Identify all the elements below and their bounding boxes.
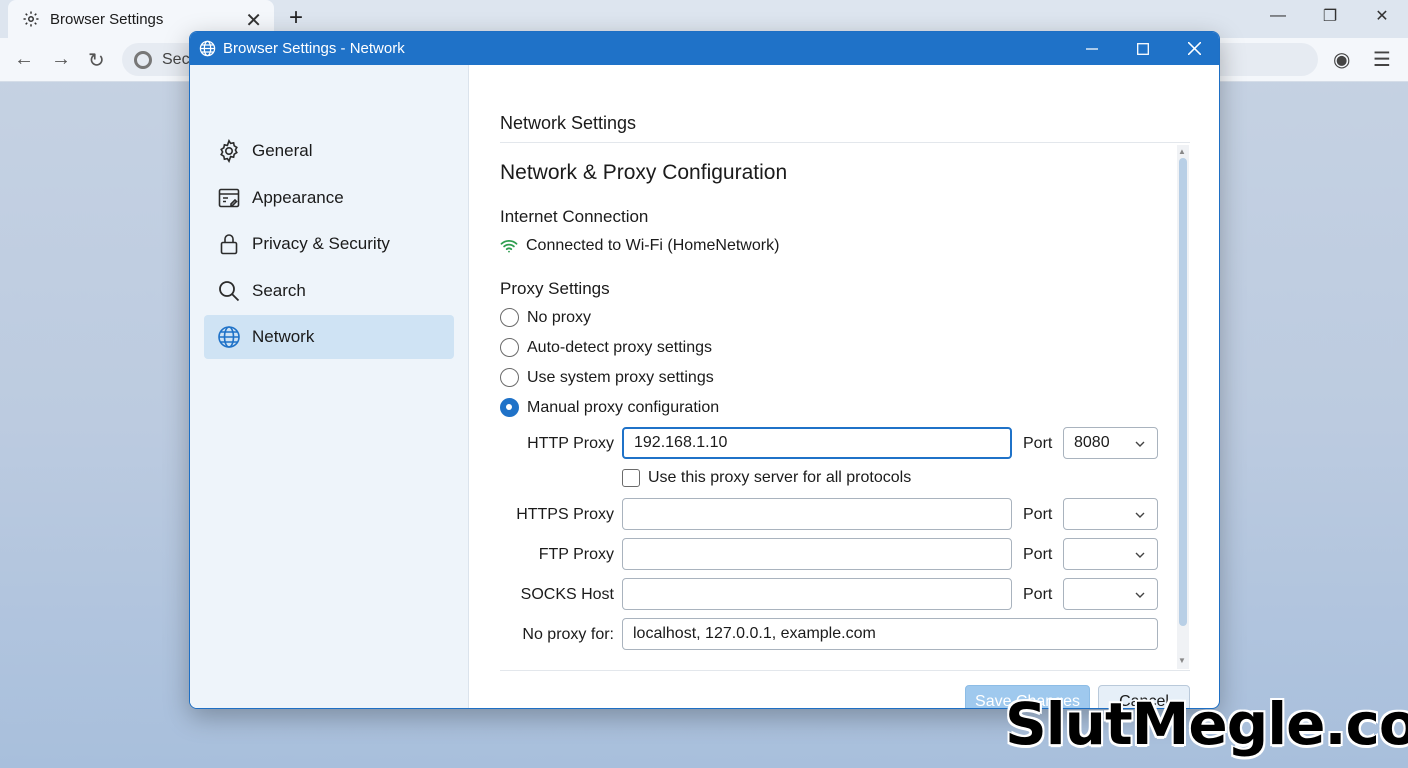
https-port-select[interactable] — [1063, 498, 1158, 530]
socks-host-label: SOCKS Host — [520, 586, 614, 603]
globe-icon — [218, 326, 240, 348]
browser-tab-title: Browser Settings — [50, 10, 164, 28]
lock-icon — [220, 234, 238, 255]
radio-button[interactable] — [500, 368, 519, 387]
sidebar-item-label: Network — [252, 327, 315, 346]
sidebar-item-label: Appearance — [252, 188, 344, 207]
chevron-down-icon — [1135, 441, 1145, 447]
watermark-text: SlutMegle.com — [1005, 690, 1408, 758]
dialog-maximize-button[interactable] — [1119, 32, 1167, 65]
chevron-down-icon — [1135, 592, 1145, 598]
browser-window-controls: — ❐ ✕ — [1252, 0, 1408, 32]
close-icon — [1187, 42, 1201, 55]
socks-host-input[interactable] — [622, 578, 1012, 610]
socks-port-select[interactable] — [1063, 578, 1158, 610]
radio-no-proxy[interactable]: No proxy — [500, 308, 591, 327]
radio-button-selected[interactable] — [500, 398, 519, 417]
radio-auto-detect[interactable]: Auto-detect proxy settings — [500, 338, 712, 357]
menu-icon[interactable]: ☰ — [1373, 47, 1391, 72]
wifi-icon — [500, 239, 518, 253]
search-icon — [219, 281, 240, 302]
sidebar-item-privacy-security[interactable]: Privacy & Security — [204, 222, 454, 266]
http-proxy-label: HTTP Proxy — [527, 435, 614, 452]
sidebar-item-label: General — [252, 141, 313, 160]
gear-icon — [23, 11, 39, 27]
radio-button[interactable] — [500, 338, 519, 357]
http-proxy-input[interactable] — [622, 427, 1012, 459]
globe-icon — [199, 40, 216, 57]
gear-icon — [220, 139, 238, 163]
https-proxy-input[interactable] — [622, 498, 1012, 530]
dialog-title: Browser Settings - Network — [223, 40, 405, 57]
use-all-protocols-checkbox[interactable] — [622, 469, 640, 487]
http-port-select[interactable]: 8080 — [1063, 427, 1158, 459]
section-title: Network Settings — [500, 113, 637, 133]
appearance-icon — [218, 188, 240, 208]
scrollbar-thumb[interactable] — [1179, 158, 1187, 626]
back-arrow-icon[interactable]: ← — [14, 48, 34, 71]
close-tab-icon[interactable]: ✕ — [245, 8, 262, 33]
ftp-port-label: Port — [1023, 546, 1053, 563]
sidebar-item-network[interactable]: Network — [204, 315, 454, 359]
ftp-port-select[interactable] — [1063, 538, 1158, 570]
dialog-minimize-button[interactable] — [1068, 32, 1116, 65]
radio-label: Manual proxy configuration — [527, 398, 720, 416]
settings-sidebar: General Appearance Privacy & Security Se… — [190, 65, 469, 708]
no-proxy-for-label: No proxy for: — [522, 626, 614, 643]
radio-label: Auto-detect proxy settings — [527, 338, 712, 356]
internet-connection-heading: Internet Connection — [500, 207, 649, 226]
site-info-icon[interactable] — [134, 50, 152, 69]
reload-icon[interactable]: ↻ — [88, 48, 105, 73]
page-title: Network & Proxy Configuration — [500, 161, 788, 184]
maximize-icon — [1137, 42, 1149, 55]
sidebar-item-label: Privacy & Security — [252, 234, 390, 253]
divider — [500, 142, 1190, 143]
radio-button[interactable] — [500, 308, 519, 327]
restore-icon[interactable]: ❐ — [1304, 0, 1356, 32]
sidebar-item-search[interactable]: Search — [204, 269, 454, 313]
dialog-close-button[interactable] — [1170, 32, 1218, 65]
radio-system-proxy[interactable]: Use system proxy settings — [500, 368, 714, 387]
socks-port-label: Port — [1023, 586, 1053, 603]
settings-dialog: Browser Settings - Network General Appea… — [189, 31, 1220, 709]
connection-status: Connected to Wi-Fi (HomeNetwork) — [500, 237, 779, 255]
use-all-protocols-row[interactable]: Use this proxy server for all protocols — [622, 469, 911, 487]
proxy-settings-heading: Proxy Settings — [500, 279, 610, 298]
https-proxy-label: HTTPS Proxy — [516, 506, 614, 523]
divider — [500, 670, 1190, 671]
connection-status-text: Connected to Wi-Fi (HomeNetwork) — [526, 237, 780, 254]
sidebar-item-appearance[interactable]: Appearance — [204, 176, 454, 220]
scroll-up-arrow-icon[interactable]: ▲ — [1178, 147, 1186, 156]
use-all-protocols-label: Use this proxy server for all protocols — [648, 469, 912, 486]
https-port-label: Port — [1023, 506, 1053, 523]
http-port-label: Port — [1023, 435, 1053, 452]
chevron-down-icon — [1135, 512, 1145, 518]
sidebar-item-general[interactable]: General — [204, 129, 454, 173]
ftp-proxy-input[interactable] — [622, 538, 1012, 570]
forward-arrow-icon[interactable]: → — [51, 48, 71, 71]
minimize-icon — [1086, 47, 1098, 50]
address-bar-text: Sec — [162, 50, 190, 68]
radio-label: No proxy — [527, 308, 592, 326]
chevron-down-icon — [1135, 552, 1145, 558]
sidebar-item-label: Search — [252, 281, 306, 300]
profile-icon[interactable]: ◉ — [1333, 47, 1350, 72]
http-port-value: 8080 — [1074, 434, 1110, 451]
minimize-icon[interactable]: — — [1252, 0, 1304, 32]
scroll-down-arrow-icon[interactable]: ▼ — [1178, 656, 1186, 665]
ftp-proxy-label: FTP Proxy — [538, 546, 614, 563]
settings-content: Network Settings Network & Proxy Configu… — [470, 65, 1219, 708]
dialog-titlebar: Browser Settings - Network — [190, 32, 1219, 65]
radio-label: Use system proxy settings — [527, 368, 714, 386]
new-tab-button[interactable]: + — [289, 4, 303, 32]
close-window-icon[interactable]: ✕ — [1356, 0, 1408, 32]
radio-manual-proxy[interactable]: Manual proxy configuration — [500, 398, 719, 417]
no-proxy-for-input[interactable] — [622, 618, 1158, 650]
